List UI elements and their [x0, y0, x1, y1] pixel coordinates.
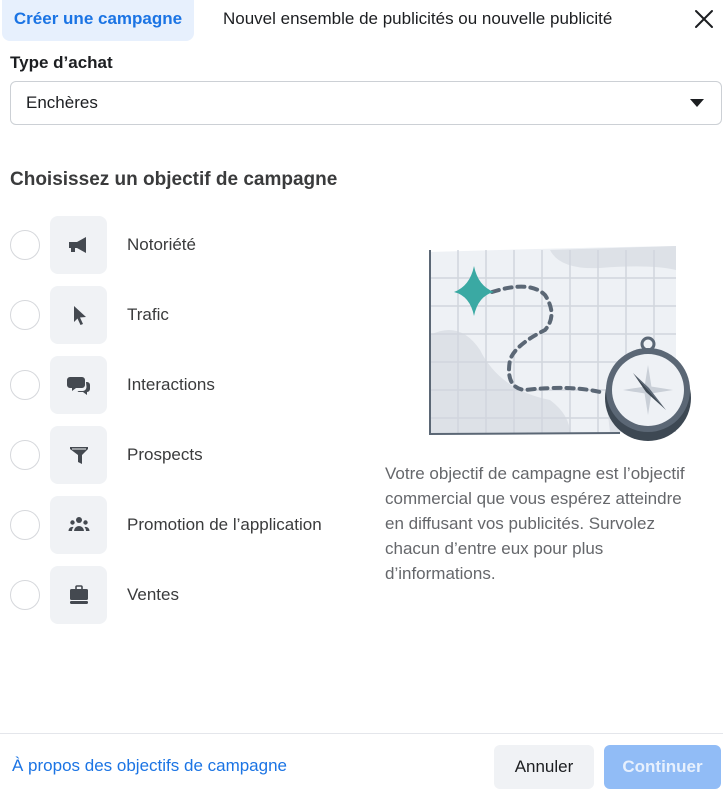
footer: À propos des objectifs de campagne Annul…	[0, 733, 723, 790]
chat-bubbles-icon	[66, 377, 90, 395]
radio-engagement[interactable]	[10, 370, 40, 400]
purchase-type-select[interactable]: Enchères	[10, 81, 722, 125]
radio-leads[interactable]	[10, 440, 40, 470]
objective-app-promotion[interactable]: Promotion de l’application	[10, 496, 370, 566]
megaphone-icon	[68, 237, 86, 253]
tab-new-adset-or-ad[interactable]: Nouvel ensemble de publicités ou nouvell…	[223, 0, 612, 38]
caret-down-icon	[690, 99, 704, 107]
objective-awareness[interactable]: Notoriété	[10, 216, 370, 286]
continue-button[interactable]: Continuer	[604, 745, 721, 789]
cancel-button[interactable]: Annuler	[494, 745, 594, 789]
objective-leads[interactable]: Prospects	[10, 426, 370, 496]
objective-engagement[interactable]: Interactions	[10, 356, 370, 426]
objective-label: Interactions	[127, 375, 215, 394]
objective-heading: Choisissez un objectif de campagne	[10, 169, 338, 190]
close-icon	[695, 10, 713, 28]
objective-description: Votre objectif de campagne est l’objecti…	[385, 464, 685, 583]
people-icon	[67, 517, 90, 531]
map-compass-illustration	[429, 246, 691, 441]
tab-create-campaign[interactable]: Créer une campagne	[2, 0, 194, 41]
objective-label: Promotion de l’application	[127, 515, 322, 534]
objective-label: Ventes	[127, 585, 179, 604]
radio-awareness[interactable]	[10, 230, 40, 260]
objective-label: Trafic	[127, 305, 169, 324]
close-button[interactable]	[693, 8, 715, 30]
purchase-type-label: Type d’achat	[10, 53, 113, 72]
objective-sales[interactable]: Ventes	[10, 566, 370, 636]
objective-label: Prospects	[127, 445, 203, 464]
about-objectives-link[interactable]: À propos des objectifs de campagne	[12, 756, 287, 776]
tab-bar: Créer une campagne Nouvel ensemble de pu…	[0, 0, 723, 41]
briefcase-icon	[69, 585, 88, 604]
radio-traffic[interactable]	[10, 300, 40, 330]
purchase-type-value: Enchères	[26, 93, 98, 112]
funnel-icon	[69, 447, 88, 464]
cursor-icon	[73, 306, 86, 325]
radio-app-promotion[interactable]	[10, 510, 40, 540]
objective-label: Notoriété	[127, 235, 196, 254]
objective-list: Notoriété Trafic Interactions Prospects …	[10, 216, 370, 636]
objective-traffic[interactable]: Trafic	[10, 286, 370, 356]
radio-sales[interactable]	[10, 580, 40, 610]
